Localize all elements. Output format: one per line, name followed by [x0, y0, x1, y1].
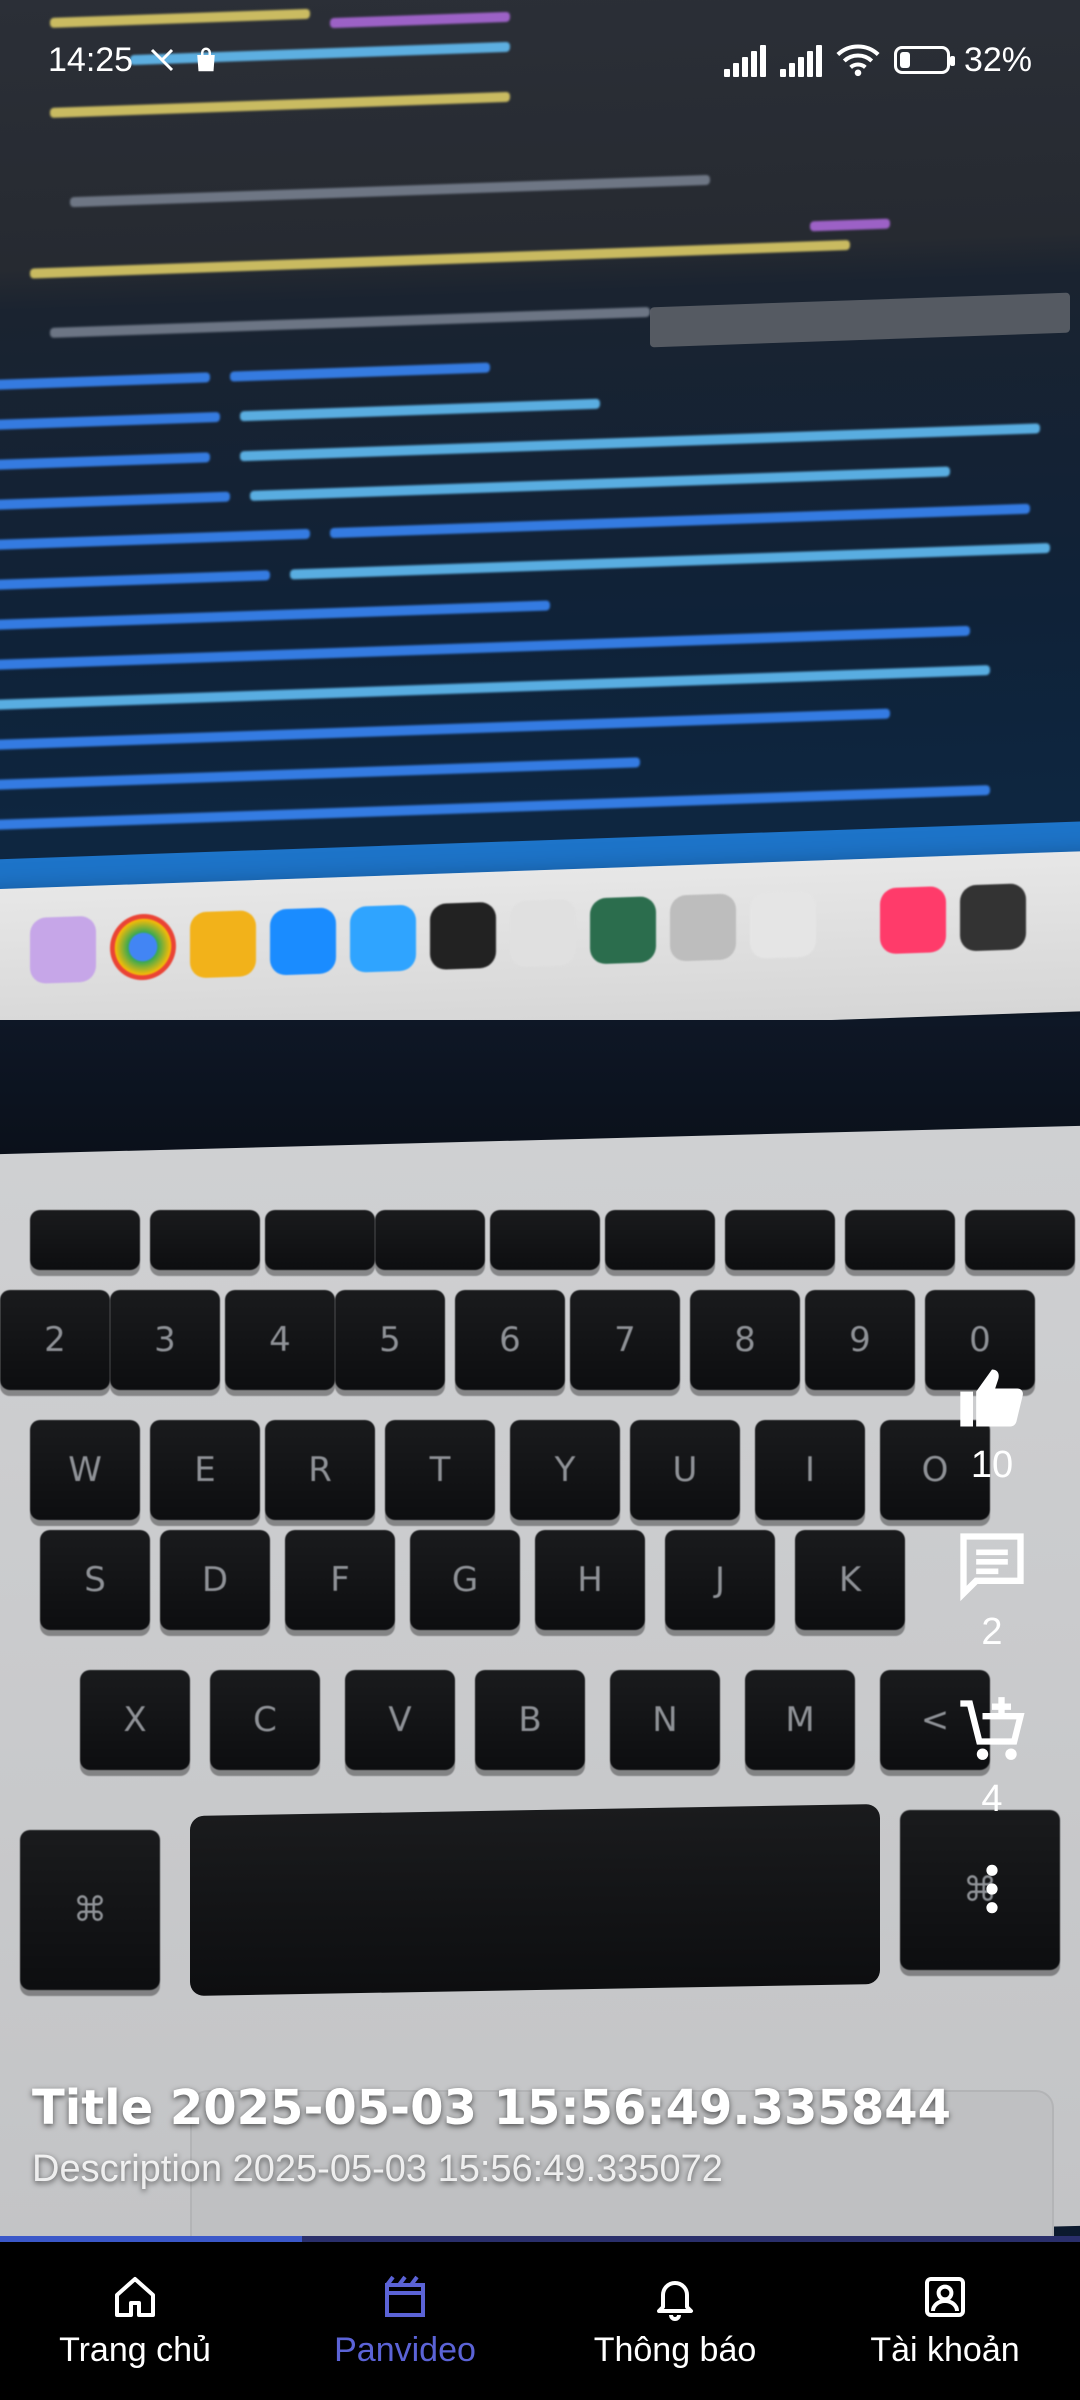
signal-icon: [723, 43, 766, 77]
video-frame[interactable]: 2 3 4 5 6 7 8 9 0 W E R T Y U I O S D F …: [0, 0, 1080, 2240]
nav-item-label: Trang chủ: [59, 2330, 211, 2369]
thumbs-up-icon: [960, 1369, 1023, 1427]
like-button[interactable]: 10: [954, 1360, 1030, 1487]
keyboard-row: 2 3 4 5 6 7 8 9 0: [0, 1290, 1080, 1410]
status-time: 14:25: [48, 40, 134, 79]
battery-percent: 32%: [963, 40, 1032, 79]
battery-icon: [893, 46, 955, 74]
video-description: Description 2025-05-03 15:56:49.335072: [32, 2148, 723, 2190]
video-title: Title 2025-05-03 15:56:49.335844: [32, 2080, 952, 2136]
video-clapper-icon: [385, 2275, 425, 2317]
comment-count: 2: [981, 1611, 1003, 1653]
shopping-bag-icon: [197, 47, 215, 72]
signal-icon: [779, 43, 822, 77]
keyboard-row: W E R T Y U I O: [0, 1420, 1080, 1540]
nav-item-label: Tài khoản: [870, 2330, 1020, 2369]
nav-item-label: Thông báo: [593, 2330, 757, 2369]
nav-item-account[interactable]: Tài khoản: [810, 2242, 1080, 2400]
bell-icon: [657, 2280, 693, 2321]
more-options-button[interactable]: [964, 1861, 1020, 1917]
command-key: ⌘: [20, 1830, 160, 1990]
nav-item-label: Panvideo: [334, 2330, 476, 2369]
notification-x-icon: [151, 48, 174, 72]
wifi-icon: [836, 44, 880, 77]
nav-item-panvideo[interactable]: Panvideo: [270, 2242, 540, 2400]
like-count: 10: [970, 1444, 1014, 1486]
keyboard-row: X C V B N M <: [0, 1670, 1080, 1790]
add-to-cart-icon: [960, 1697, 1025, 1760]
nav-item-home[interactable]: Trang chủ: [0, 2242, 270, 2400]
bottom-navigation: Trang chủ Panvideo Thông báo Tài khoản: [0, 2242, 1080, 2400]
home-icon: [115, 2276, 155, 2317]
add-to-cart-button[interactable]: 4: [954, 1694, 1030, 1821]
account-icon: [925, 2276, 965, 2317]
nav-item-notifications[interactable]: Thông báo: [540, 2242, 810, 2400]
comment-icon: [960, 1533, 1024, 1602]
spacebar: [190, 1803, 880, 1997]
cart-count: 4: [981, 1778, 1003, 1820]
video-info: Title 2025-05-03 15:56:49.335844 Descrip…: [32, 2080, 1032, 2191]
system-status-bar: 14:25 32%: [0, 0, 1080, 120]
comment-button[interactable]: 2: [954, 1527, 1030, 1654]
more-vertical-icon: [986, 1864, 998, 1914]
keyboard-row: S D F G H J K: [0, 1530, 1080, 1650]
video-actions: 10 2 4: [932, 1360, 1052, 1957]
